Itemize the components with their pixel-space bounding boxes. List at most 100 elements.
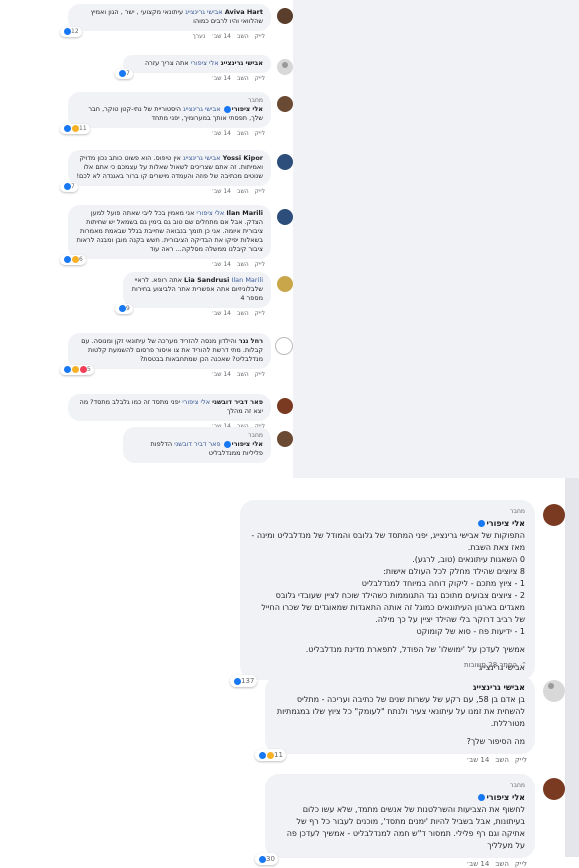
mention-link[interactable]: אבישי גרינצייג <box>183 154 221 162</box>
comment: Ilan Marili אלי ציפורי אני מאמין בכל ליב… <box>60 205 293 268</box>
avatar[interactable] <box>543 778 565 800</box>
avatar[interactable] <box>277 398 293 414</box>
reaction-count[interactable]: 5 <box>60 365 94 375</box>
like-icon <box>119 305 126 312</box>
avatar[interactable] <box>275 337 293 355</box>
author-name[interactable]: אלי ציפורי <box>232 105 263 113</box>
hide-replies-label[interactable]: הסתר 28 תשובות <box>464 661 517 669</box>
reaction-count[interactable]: 12 <box>60 27 82 37</box>
mention-link[interactable]: פאר דביר דובשני <box>174 440 220 448</box>
action-1[interactable]: השב <box>237 371 249 378</box>
action-1[interactable]: השב <box>237 75 249 82</box>
author-name[interactable]: אלי ציפורי <box>486 519 525 528</box>
reaction-number: 11 <box>274 751 283 759</box>
action-0[interactable]: לייק <box>255 33 265 40</box>
action-1[interactable]: השב <box>237 33 249 40</box>
avatar[interactable] <box>277 431 293 447</box>
action-1[interactable]: השב <box>237 310 249 317</box>
author-name[interactable]: Lia Sandrusi <box>184 276 229 284</box>
reaction-count[interactable]: 9 <box>115 304 133 314</box>
like-icon <box>234 677 241 685</box>
comment: אבישי גרינצייג בן אדם בן 58, עם רקע של עש… <box>255 676 565 764</box>
avatar[interactable] <box>277 8 293 24</box>
reaction-count[interactable]: 7 <box>115 69 133 79</box>
author-name[interactable]: אלי ציפורי <box>486 793 525 802</box>
author-name[interactable]: אבישי גרינצייג <box>473 683 525 692</box>
like-icon <box>119 70 126 77</box>
comment-line: לחשוף את הצביעות והשרלטנות של אנשים מתמד… <box>286 805 525 850</box>
avatar[interactable] <box>277 96 293 112</box>
comment-bubble: Lia Sandrusi Ilan Marili אתה רופא. לראיי… <box>115 272 271 314</box>
avatar[interactable] <box>543 680 565 702</box>
like-icon <box>64 256 71 263</box>
reaction-count[interactable]: 7 <box>60 182 78 192</box>
avatar[interactable] <box>543 504 565 526</box>
comment-bubble: פאר דביר דובשני אלי ציפורי יפני מתסד זה … <box>68 394 271 421</box>
comment-thread-bottom: מחבר אלי ציפורי התפוקות של אבישי גרינצייג,… <box>230 478 565 868</box>
comment-bubble: אבישי גרינצייג אלי ציפורי אתה צריך עזרה 7 <box>115 55 271 79</box>
reaction-number: 7 <box>126 70 130 77</box>
reaction-count[interactable]: 11 <box>60 124 90 134</box>
action-0[interactable]: לייק <box>255 188 265 195</box>
action-2: 14 שב׳ <box>466 860 490 868</box>
action-1[interactable]: השב <box>495 756 509 764</box>
reaction-number: 11 <box>79 125 87 132</box>
comment: פאר דביר דובשני אלי ציפורי יפני מתסד זה … <box>68 394 293 430</box>
reaction-count[interactable]: 30 <box>255 853 278 865</box>
verified-icon <box>478 520 486 527</box>
action-2: 14 שב׳ <box>211 371 231 378</box>
comment-line: התפוקות של אבישי גרינצייג, יפני המתסד של… <box>251 531 525 552</box>
reaction-count[interactable]: 137 <box>230 675 258 687</box>
reaction-number: 7 <box>71 183 75 190</box>
avatar[interactable] <box>277 154 293 170</box>
author-name[interactable]: אבישי גרינצייג <box>221 59 263 67</box>
action-1[interactable]: השב <box>495 860 509 868</box>
action-1[interactable]: השב <box>237 188 249 195</box>
action-2: 14 שב׳ <box>211 310 231 317</box>
action-0[interactable]: לייק <box>255 310 265 317</box>
mention-link[interactable]: אלי ציפורי <box>182 398 210 406</box>
action-2: 14 שב׳ <box>211 130 231 137</box>
comment-bubble: מחבר אלי ציפורי אבישי גרינצייג היסטוריית … <box>60 92 271 134</box>
mention-link[interactable]: אבישי גרינצייג <box>183 105 221 113</box>
author-name[interactable]: אלי ציפורי <box>232 440 263 448</box>
author-name[interactable]: Ilan Marili <box>226 209 263 217</box>
mention-link[interactable]: אלי ציפורי <box>196 209 224 217</box>
like-icon <box>259 751 266 759</box>
action-0[interactable]: לייק <box>255 261 265 268</box>
author-name[interactable]: רחל נגר <box>239 337 263 345</box>
action-0[interactable]: לייק <box>515 756 527 764</box>
author-name[interactable]: Yossi Kipor <box>223 154 263 162</box>
like-icon <box>64 28 71 35</box>
hide-replies-link[interactable]: ⌃ הסתר 28 תשובות <box>464 661 527 669</box>
mention-link[interactable]: אבישי גרינצייג <box>185 8 223 16</box>
reaction-count[interactable]: 6 <box>60 255 86 265</box>
avatar[interactable] <box>277 276 293 292</box>
comment-bubble: מחבר אלי ציפורי לחשוף את הצביעות והשרלטנות… <box>255 774 535 865</box>
action-0[interactable]: לייק <box>515 860 527 868</box>
action-0[interactable]: לייק <box>255 75 265 82</box>
action-1[interactable]: השב <box>237 130 249 137</box>
author-name[interactable]: Aviva Hart <box>225 8 263 16</box>
mention-link[interactable]: Ilan Marili <box>231 276 263 284</box>
page-background <box>293 0 579 478</box>
comment-bubble: מחבר אלי ציפורי התפוקות של אבישי גרינצייג,… <box>230 500 535 687</box>
comment-line: אמשיך לעדכן על 'ימושלו' של הפודל, לתפארת… <box>305 645 525 654</box>
comment-actions: לייק השב 14 שב׳ <box>68 130 265 137</box>
haha-icon <box>72 256 79 263</box>
author-name[interactable]: פאר דביר דובשני <box>212 398 263 406</box>
comment-bubble: אבישי גרינצייג בן אדם בן 58, עם רקע של עש… <box>255 676 535 761</box>
comment: Yossi Kipor אבישי גרינצייג אין טיפוס. הו… <box>60 150 293 195</box>
avatar[interactable] <box>277 59 293 75</box>
top-screenshot: Aviva Hart אבישי גרינצייג עיתונאי מקצועי… <box>0 0 579 478</box>
action-1[interactable]: השב <box>237 261 249 268</box>
mention-link[interactable]: אלי ציפורי <box>191 59 219 67</box>
avatar[interactable] <box>277 209 293 225</box>
action-2: 14 שב׳ <box>211 33 231 40</box>
action-0[interactable]: לייק <box>255 371 265 378</box>
verified-icon <box>478 794 486 801</box>
reaction-count[interactable]: 11 <box>255 749 286 761</box>
action-2: 14 שב׳ <box>211 261 231 268</box>
action-0[interactable]: לייק <box>255 130 265 137</box>
comment-text: והילדון מנסה להזריד מערכה של עיתונאי זקן… <box>81 337 263 363</box>
